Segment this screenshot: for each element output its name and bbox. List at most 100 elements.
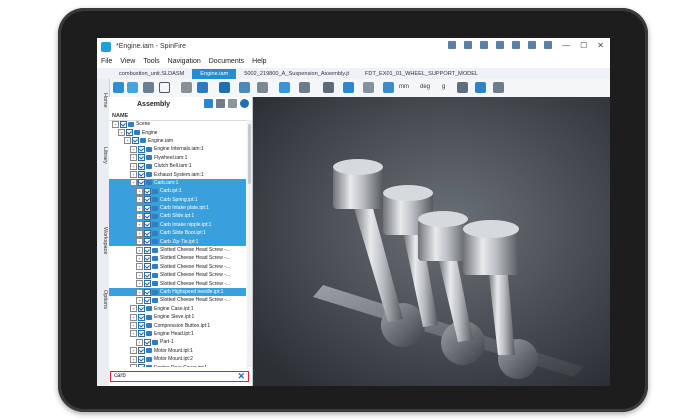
tree-row[interactable]: + Slotted Cheese Head Screw -... (109, 271, 246, 279)
visibility-checkbox[interactable] (144, 280, 151, 288)
visibility-checkbox[interactable] (138, 330, 145, 338)
explode-icon[interactable] (219, 82, 230, 93)
expand-toggle-icon[interactable]: + (118, 129, 125, 137)
tree-row[interactable]: + Exhaust System.iam:1 (109, 170, 246, 179)
expand-toggle-icon[interactable]: + (136, 212, 143, 220)
expand-toggle-icon[interactable]: + (136, 271, 143, 279)
tree-row[interactable]: + Engine Sleve.ipt:1 (109, 313, 246, 321)
tree-row[interactable]: + Engine (109, 128, 246, 137)
tree-row[interactable]: + Carb Slide Boot.ipt:1 (109, 229, 246, 238)
expand-toggle-icon[interactable]: + (136, 196, 143, 204)
tree-row[interactable]: + Motor Mount.ipt:1 (109, 347, 246, 355)
unit-angle[interactable]: deg (420, 84, 430, 90)
dimension-icon[interactable] (363, 82, 374, 93)
3d-viewport[interactable] (253, 97, 610, 386)
visibility-checkbox[interactable] (144, 338, 151, 346)
visibility-checkbox[interactable] (144, 204, 151, 212)
tree-row[interactable]: + Clutch Bell.iam:1 (109, 162, 246, 170)
tab-combustion-unit[interactable]: combustion_unit.SLDASM (111, 69, 192, 79)
menu-view[interactable]: View (120, 58, 135, 65)
camera-icon[interactable] (239, 82, 250, 93)
share-icon[interactable] (464, 41, 472, 49)
box-icon[interactable] (159, 82, 170, 93)
menu-navigation[interactable]: Navigation (168, 58, 201, 65)
expand-toggle-icon[interactable]: + (136, 204, 143, 212)
image-icon[interactable] (480, 41, 488, 49)
measure-icon[interactable] (323, 82, 334, 93)
select-icon[interactable] (143, 82, 154, 93)
visibility-checkbox[interactable] (144, 288, 151, 296)
tree-row[interactable]: + Compression Button.ipt:1 (109, 321, 246, 330)
expand-toggle-icon[interactable]: + (130, 347, 137, 355)
minimize-icon[interactable]: — (562, 41, 570, 50)
ruler-icon[interactable] (343, 82, 354, 93)
expand-toggle-icon[interactable]: + (130, 162, 137, 170)
expand-toggle-icon[interactable]: + (136, 296, 143, 304)
tree-row[interactable]: + Carb Intake plate.ipt:1 (109, 203, 246, 213)
render-mode-icon[interactable] (279, 82, 290, 93)
chart-icon[interactable] (512, 41, 520, 49)
visibility-checkbox[interactable] (138, 162, 145, 170)
expand-toggle-icon[interactable]: + (136, 229, 143, 237)
annotation-icon[interactable] (493, 82, 504, 93)
visibility-checkbox[interactable] (144, 238, 151, 246)
unit-length[interactable]: mm (399, 84, 409, 90)
eye-icon[interactable] (240, 99, 249, 108)
expand-toggle-icon[interactable]: + (130, 305, 137, 313)
expand-toggle-icon[interactable]: + (130, 154, 137, 162)
tree-row[interactable]: + Carb Intake nipple.ipt:1 (109, 220, 246, 230)
light-icon[interactable] (257, 82, 268, 93)
visibility-checkbox[interactable] (144, 229, 151, 237)
expand-toggle-icon[interactable]: + (130, 322, 137, 330)
expand-toggle-icon[interactable]: + (130, 179, 137, 187)
visibility-checkbox[interactable] (144, 196, 151, 204)
expand-toggle-icon[interactable]: + (130, 171, 137, 179)
close-icon[interactable]: ✕ (597, 41, 604, 50)
visibility-checkbox[interactable] (138, 154, 145, 162)
visibility-checkbox[interactable] (126, 129, 133, 137)
markup-icon[interactable] (299, 82, 310, 93)
visibility-checkbox[interactable] (120, 120, 127, 128)
tree-row[interactable]: + Slotted Cheese Head Screw -... (109, 296, 246, 304)
edit-icon[interactable] (216, 99, 225, 108)
tree-row[interactable]: + Slotted Cheese Head Screw -... (109, 246, 246, 254)
tree-row[interactable]: + Motor Mount.ipt:2 (109, 355, 246, 363)
expand-toggle-icon[interactable]: + (130, 364, 137, 367)
visibility-checkbox[interactable] (144, 296, 151, 304)
visibility-checkbox[interactable] (138, 145, 145, 153)
visibility-checkbox[interactable] (138, 179, 145, 187)
compare-icon[interactable] (457, 82, 468, 93)
visibility-checkbox[interactable] (144, 263, 151, 271)
tree-row[interactable]: + Carb Spring.ipt:1 (109, 195, 246, 204)
menu-documents[interactable]: Documents (209, 58, 244, 65)
expand-toggle-icon[interactable]: + (124, 137, 131, 145)
expand-toggle-icon[interactable]: + (136, 288, 143, 296)
fit-view-icon[interactable] (127, 82, 138, 93)
angle-icon[interactable] (383, 82, 394, 93)
tree-row[interactable]: + Part-1 (109, 338, 246, 346)
tree-row[interactable]: + Carb.ipt:1 (109, 187, 246, 196)
grid-view-icon[interactable] (204, 99, 213, 108)
tree-row[interactable]: + Slotted Cheese Head Screw -... (109, 254, 246, 262)
expand-toggle-icon[interactable]: + (136, 246, 143, 254)
layout-icon[interactable] (448, 41, 456, 49)
text-icon[interactable] (228, 99, 237, 108)
visibility-checkbox[interactable] (138, 305, 145, 313)
search-input[interactable] (114, 372, 224, 380)
tree-row[interactable]: + Engine Internals.iam:1 (109, 145, 246, 153)
visibility-checkbox[interactable] (138, 322, 145, 330)
expand-toggle-icon[interactable]: + (130, 313, 137, 321)
pmi-icon[interactable] (475, 82, 486, 93)
tree-row[interactable]: + Slotted Cheese Head Screw -... (109, 263, 246, 271)
print-icon[interactable] (528, 41, 536, 49)
expand-toggle-icon[interactable]: + (136, 187, 143, 195)
tree-row[interactable]: + Carb Highspeed needle.ipt:1 (109, 287, 246, 297)
tree-scrollbar[interactable] (247, 120, 252, 367)
menu-file[interactable]: File (101, 58, 112, 65)
tree-row[interactable]: + Carb Zip-Tie.ipt:1 (109, 237, 246, 246)
expand-toggle-icon[interactable]: + (130, 355, 137, 363)
tab-engine[interactable]: Engine.iam (192, 69, 237, 79)
visibility-checkbox[interactable] (138, 313, 145, 321)
menu-tools[interactable]: Tools (143, 58, 159, 65)
expand-toggle-icon[interactable]: + (112, 120, 119, 128)
